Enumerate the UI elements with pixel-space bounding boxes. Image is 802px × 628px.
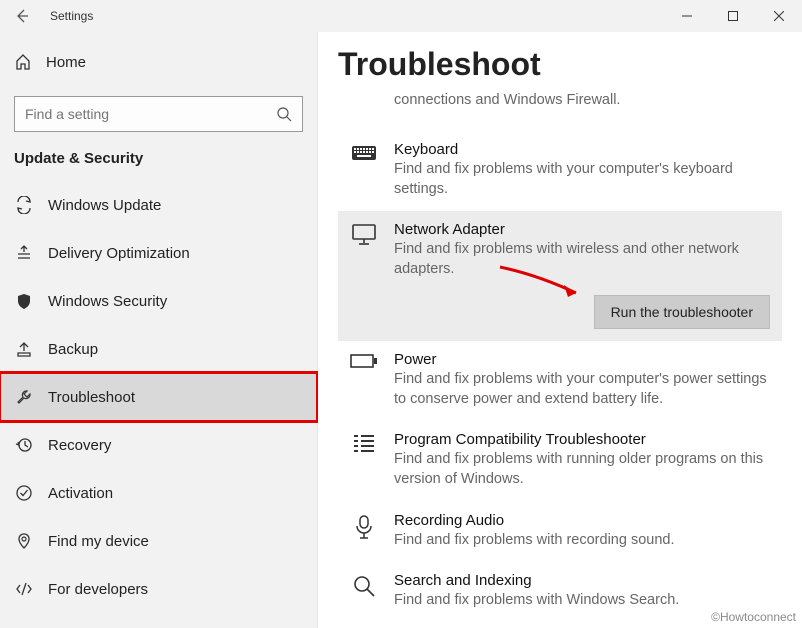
home-icon [14,53,32,71]
minimize-icon [682,11,692,21]
sidebar-item-label: Activation [48,485,113,502]
sidebar-item-label: For developers [48,581,148,598]
sidebar-item-label: Recovery [48,437,111,454]
search-icon [276,106,292,122]
arrow-left-icon [14,8,30,24]
ts-desc: Find and fix problems with Windows Searc… [394,591,770,611]
sidebar-item-delivery-optimization[interactable]: Delivery Optimization [0,229,317,277]
sidebar-item-backup[interactable]: Backup [0,325,317,373]
sidebar-item-label: Backup [48,341,98,358]
ts-item-partial[interactable]: connections and Windows Firewall. [338,89,782,131]
ts-desc: connections and Windows Firewall. [394,91,770,111]
ts-title: Program Compatibility Troubleshooter [394,431,770,448]
shield-icon [14,292,34,310]
monitor-icon [350,223,378,251]
sidebar-item-label: Troubleshoot [48,389,135,406]
sidebar-item-label: Windows Update [48,197,161,214]
network-icon [350,91,378,119]
ts-title: Search and Indexing [394,572,770,589]
sidebar-item-label: Delivery Optimization [48,245,190,262]
ts-desc: Find and fix problems with wireless and … [394,240,770,279]
ts-desc: Find and fix problems with your computer… [394,370,770,409]
run-troubleshooter-button[interactable]: Run the troubleshooter [594,295,770,329]
sidebar-item-windows-security[interactable]: Windows Security [0,277,317,325]
search-input[interactable] [25,106,276,122]
history-icon [14,436,34,454]
maximize-button[interactable] [710,0,756,32]
title-bar: Settings [0,0,802,32]
ts-item-network-adapter[interactable]: Network Adapter Find and fix problems wi… [338,211,782,341]
microphone-icon [350,514,378,542]
sidebar-item-find-my-device[interactable]: Find my device [0,517,317,565]
nav-home[interactable]: Home [0,38,317,86]
check-circle-icon [14,484,34,502]
sidebar-item-label: Find my device [48,533,149,550]
search-icon [350,574,378,602]
sidebar-item-recovery[interactable]: Recovery [0,421,317,469]
sidebar: Home Update & Security Windows Update De… [0,32,318,628]
window-title: Settings [50,9,93,23]
ts-title: Recording Audio [394,512,770,529]
backup-icon [14,340,34,358]
sidebar-nav: Windows Update Delivery Optimization Win… [0,181,317,613]
ts-title: Keyboard [394,141,770,158]
keyboard-icon [350,143,378,171]
troubleshoot-list: connections and Windows Firewall. Keyboa… [338,89,782,623]
ts-desc: Find and fix problems with recording sou… [394,531,770,551]
ts-item-keyboard[interactable]: Keyboard Find and fix problems with your… [338,131,782,211]
ts-title: Power [394,351,770,368]
list-icon [350,433,378,461]
main-content: Troubleshoot connections and Windows Fir… [318,32,802,628]
minimize-button[interactable] [664,0,710,32]
sidebar-item-label: Windows Security [48,293,167,310]
sidebar-item-activation[interactable]: Activation [0,469,317,517]
ts-item-recording-audio[interactable]: Recording Audio Find and fix problems wi… [338,502,782,563]
delivery-icon [14,244,34,262]
back-button[interactable] [0,0,44,32]
sync-icon [14,196,34,214]
search-box[interactable] [14,96,303,132]
nav-home-label: Home [46,54,86,71]
page-title: Troubleshoot [338,46,782,83]
ts-desc: Find and fix problems with running older… [394,450,770,489]
sidebar-item-windows-update[interactable]: Windows Update [0,181,317,229]
developer-icon [14,580,34,598]
close-icon [774,11,784,21]
location-icon [14,532,34,550]
ts-item-power[interactable]: Power Find and fix problems with your co… [338,341,782,421]
sidebar-section-title: Update & Security [0,150,317,181]
maximize-icon [728,11,738,21]
ts-desc: Find and fix problems with your computer… [394,160,770,199]
ts-item-program-compatibility[interactable]: Program Compatibility Troubleshooter Fin… [338,421,782,501]
ts-title: Network Adapter [394,221,770,238]
close-button[interactable] [756,0,802,32]
battery-icon [350,353,378,381]
watermark: ©Howtoconnect [711,610,796,624]
sidebar-item-troubleshoot[interactable]: Troubleshoot [0,373,317,421]
wrench-icon [14,388,34,406]
sidebar-item-for-developers[interactable]: For developers [0,565,317,613]
